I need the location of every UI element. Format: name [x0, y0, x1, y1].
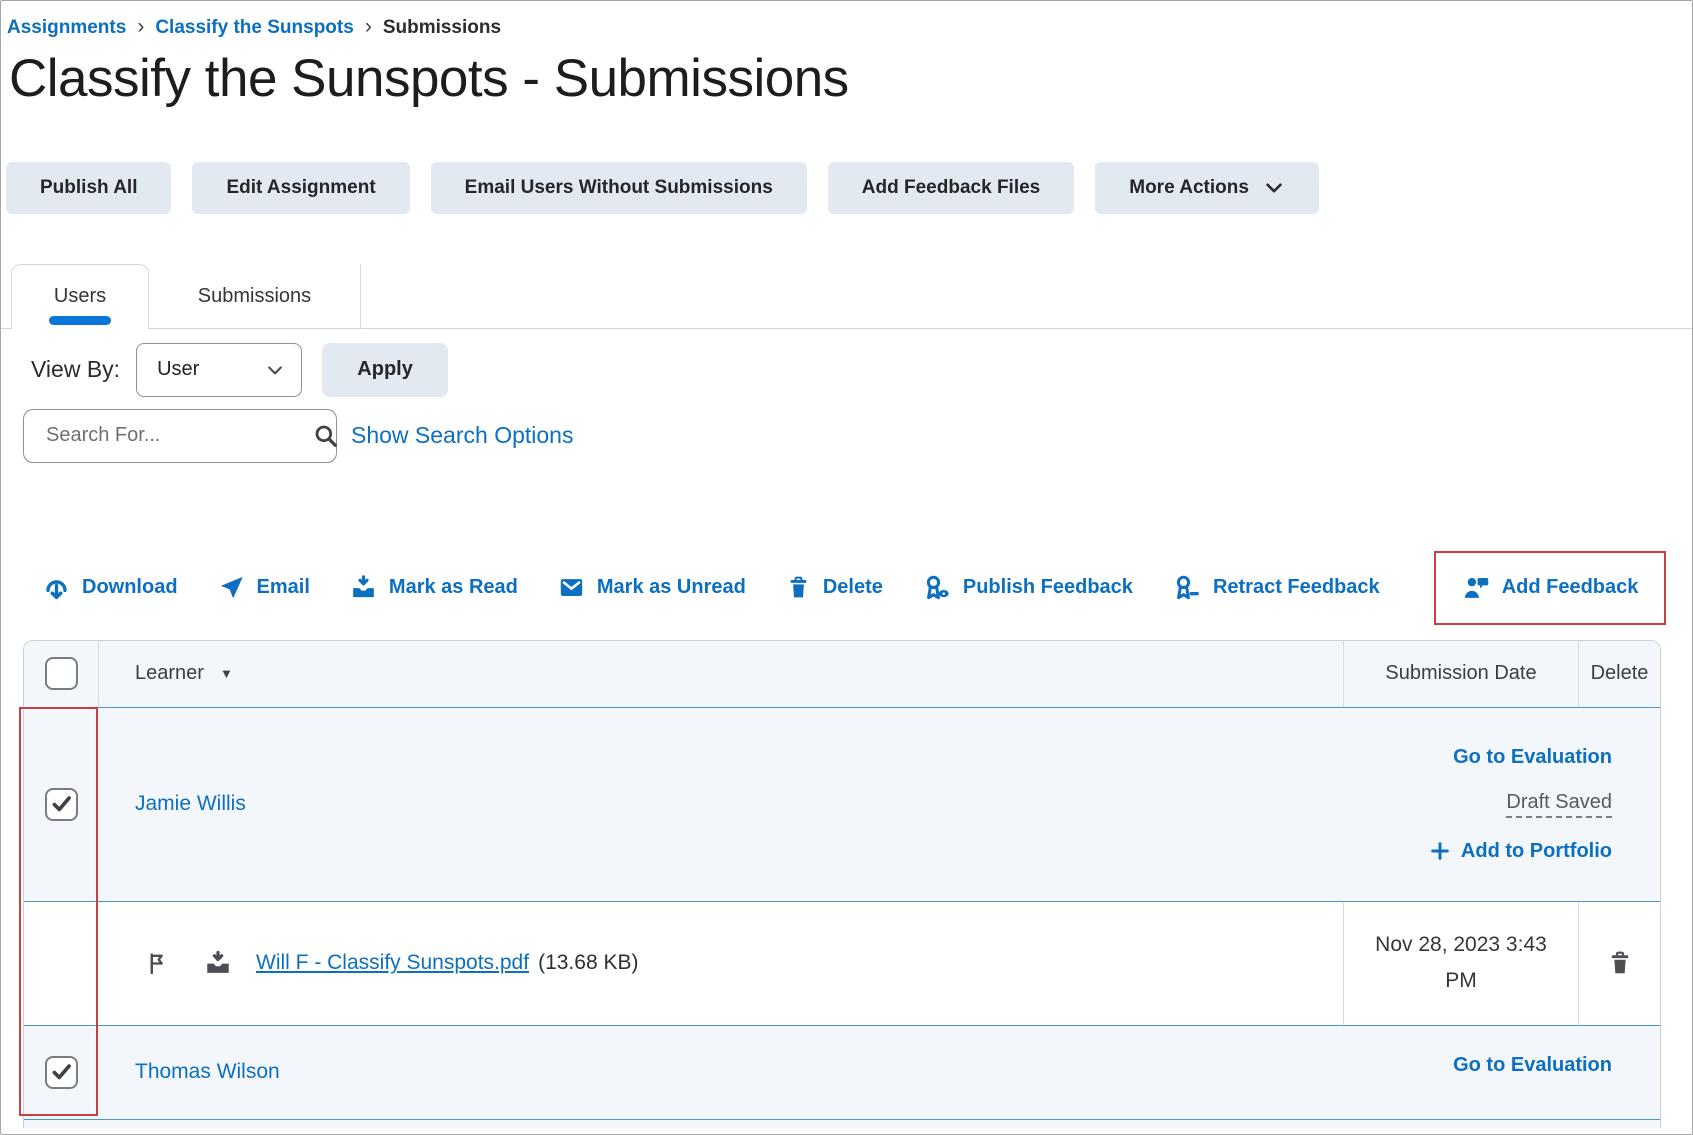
- search-box: [23, 409, 337, 463]
- row-checkbox-thomas-wilson[interactable]: [45, 1056, 78, 1089]
- tab-users-label: Users: [54, 285, 106, 308]
- publish-feedback-button[interactable]: Publish Feedback: [923, 574, 1133, 602]
- email-users-without-submissions-button[interactable]: Email Users Without Submissions: [431, 162, 807, 214]
- mark-as-read-button[interactable]: Mark as Read: [350, 574, 518, 601]
- learner-link-jamie-willis[interactable]: Jamie Willis: [135, 792, 246, 816]
- add-feedback-button[interactable]: Add Feedback: [1434, 551, 1667, 625]
- add-to-portfolio-label: Add to Portfolio: [1461, 840, 1612, 863]
- submission-file-link[interactable]: Will F - Classify Sunspots.pdf: [256, 951, 529, 975]
- delete-label: Delete: [823, 576, 883, 599]
- breadcrumb: Assignments › Classify the Sunspots › Su…: [1, 1, 1692, 39]
- view-by-select[interactable]: User: [136, 343, 302, 397]
- go-to-evaluation-link[interactable]: Go to Evaluation: [1453, 1054, 1612, 1077]
- retract-feedback-button[interactable]: Retract Feedback: [1173, 574, 1380, 602]
- submission-date-cell: Nov 28, 2023 3:43 PM: [1343, 902, 1578, 1025]
- delete-column-header: Delete: [1578, 641, 1660, 707]
- view-by-selected-value: User: [157, 358, 199, 381]
- submission-date-line2: PM: [1445, 963, 1477, 1000]
- mark-unread-icon: [558, 574, 585, 601]
- chevron-down-icon: [265, 360, 285, 380]
- more-actions-button[interactable]: More Actions: [1095, 162, 1319, 214]
- go-to-evaluation-link[interactable]: Go to Evaluation: [1453, 746, 1612, 769]
- email-button[interactable]: Email: [218, 574, 310, 601]
- apply-button[interactable]: Apply: [322, 343, 448, 397]
- page-title: Classify the Sunspots - Submissions: [9, 49, 1692, 110]
- add-feedback-icon: [1462, 574, 1490, 602]
- submissions-toolbar: Download Email Mark as Read Mark as Unre…: [43, 550, 1692, 626]
- breadcrumb-assignments-link[interactable]: Assignments: [7, 17, 126, 39]
- learner-column-header[interactable]: Learner: [135, 662, 204, 685]
- delete-button[interactable]: Delete: [786, 575, 883, 600]
- add-feedback-files-button[interactable]: Add Feedback Files: [828, 162, 1074, 214]
- draft-saved-badge: Draft Saved: [1506, 791, 1612, 818]
- table-row-jamie-willis: Jamie Willis Go to Evaluation Draft Save…: [24, 708, 1660, 902]
- add-to-portfolio-link[interactable]: Add to Portfolio: [1429, 840, 1612, 863]
- more-actions-label: More Actions: [1129, 177, 1249, 199]
- tab-bar: Users Submissions: [1, 264, 1692, 329]
- submissions-table: Learner ▼ Submission Date Delete Jamie W…: [23, 640, 1661, 1128]
- action-buttons-row: Publish All Edit Assignment Email Users …: [6, 162, 1692, 214]
- search-row: Show Search Options: [23, 409, 1692, 463]
- add-feedback-label: Add Feedback: [1502, 576, 1639, 599]
- trash-icon: [786, 575, 811, 600]
- edit-assignment-label: Edit Assignment: [226, 177, 375, 199]
- chevron-down-icon: [1263, 177, 1285, 199]
- submissions-page: { "breadcrumb": { "assignments": "Assign…: [0, 0, 1693, 1135]
- sort-descending-icon[interactable]: ▼: [220, 666, 233, 681]
- row-checkbox-jamie-willis[interactable]: [45, 788, 78, 821]
- breadcrumb-assignment-link[interactable]: Classify the Sunspots: [155, 17, 354, 39]
- partial-next-row: [24, 1120, 1660, 1128]
- tab-users[interactable]: Users: [11, 264, 149, 329]
- select-all-checkbox[interactable]: [45, 657, 78, 690]
- read-receipt-icon: [204, 949, 232, 977]
- search-icon[interactable]: [313, 423, 339, 449]
- retract-feedback-label: Retract Feedback: [1213, 576, 1380, 599]
- mark-read-icon: [350, 574, 377, 601]
- download-icon: [43, 574, 70, 601]
- plus-icon: [1429, 840, 1451, 862]
- learner-link-thomas-wilson[interactable]: Thomas Wilson: [135, 1060, 280, 1084]
- submission-date-column-header: Submission Date: [1343, 641, 1578, 707]
- view-by-label: View By:: [31, 356, 120, 383]
- tab-submissions[interactable]: Submissions: [149, 264, 361, 329]
- trash-icon: [1607, 950, 1633, 976]
- publish-feedback-label: Publish Feedback: [963, 576, 1133, 599]
- send-icon: [218, 574, 245, 601]
- download-label: Download: [82, 576, 178, 599]
- delete-submission-button[interactable]: [1578, 902, 1660, 1025]
- email-label: Email: [257, 576, 310, 599]
- search-input[interactable]: [44, 423, 313, 448]
- table-row-thomas-wilson: Thomas Wilson Go to Evaluation: [24, 1026, 1660, 1120]
- download-button[interactable]: Download: [43, 574, 178, 601]
- tab-submissions-label: Submissions: [198, 285, 311, 308]
- email-users-label: Email Users Without Submissions: [465, 177, 773, 199]
- publish-feedback-icon: [923, 574, 951, 602]
- mark-as-unread-label: Mark as Unread: [597, 576, 746, 599]
- retract-feedback-icon: [1173, 574, 1201, 602]
- submission-file-size: (13.68 KB): [538, 951, 638, 975]
- breadcrumb-current: Submissions: [383, 17, 501, 39]
- submission-date-line1: Nov 28, 2023 3:43: [1375, 927, 1547, 964]
- view-by-row: View By: User Apply: [31, 343, 1692, 397]
- flag-icon[interactable]: [145, 951, 170, 976]
- mark-as-read-label: Mark as Read: [389, 576, 518, 599]
- breadcrumb-separator-icon: ›: [137, 16, 144, 37]
- show-search-options-link[interactable]: Show Search Options: [351, 422, 573, 449]
- edit-assignment-button[interactable]: Edit Assignment: [192, 162, 409, 214]
- add-feedback-files-label: Add Feedback Files: [862, 177, 1040, 199]
- publish-all-label: Publish All: [40, 177, 137, 199]
- table-header-row: Learner ▼ Submission Date Delete: [24, 641, 1660, 708]
- table-row-submission-file: Will F - Classify Sunspots.pdf (13.68 KB…: [24, 902, 1660, 1026]
- mark-as-unread-button[interactable]: Mark as Unread: [558, 574, 746, 601]
- breadcrumb-separator-icon: ›: [365, 16, 372, 37]
- publish-all-button[interactable]: Publish All: [6, 162, 171, 214]
